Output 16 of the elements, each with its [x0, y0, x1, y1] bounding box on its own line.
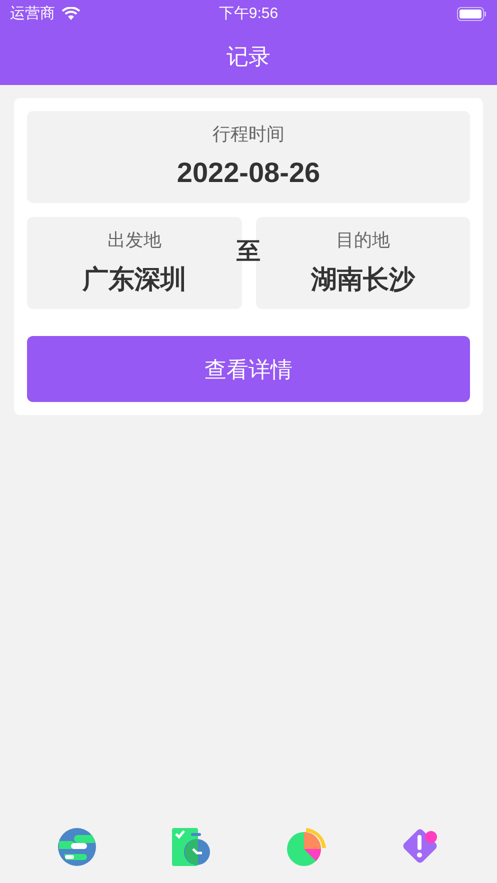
origin-city: 广东深圳: [82, 263, 186, 296]
view-details-button[interactable]: 查看详情: [27, 336, 470, 402]
page-title: 记录: [226, 43, 270, 71]
globe-icon[interactable]: [56, 827, 98, 867]
destination-city: 湖南长沙: [310, 263, 415, 296]
clock-text: 下午9:56: [218, 4, 278, 24]
pie-chart-icon[interactable]: [284, 827, 327, 867]
separator-text: 至: [236, 237, 260, 267]
trip-time-label: 行程时间: [212, 122, 284, 146]
trip-date: 2022-08-26: [176, 156, 320, 190]
destination-label: 目的地: [336, 229, 390, 252]
wifi-icon: [61, 7, 81, 21]
battery-icon: [457, 7, 487, 21]
timer-card-icon[interactable]: [170, 827, 212, 867]
origin-label: 出发地: [107, 229, 162, 252]
carrier-text: 运营商: [10, 4, 55, 24]
